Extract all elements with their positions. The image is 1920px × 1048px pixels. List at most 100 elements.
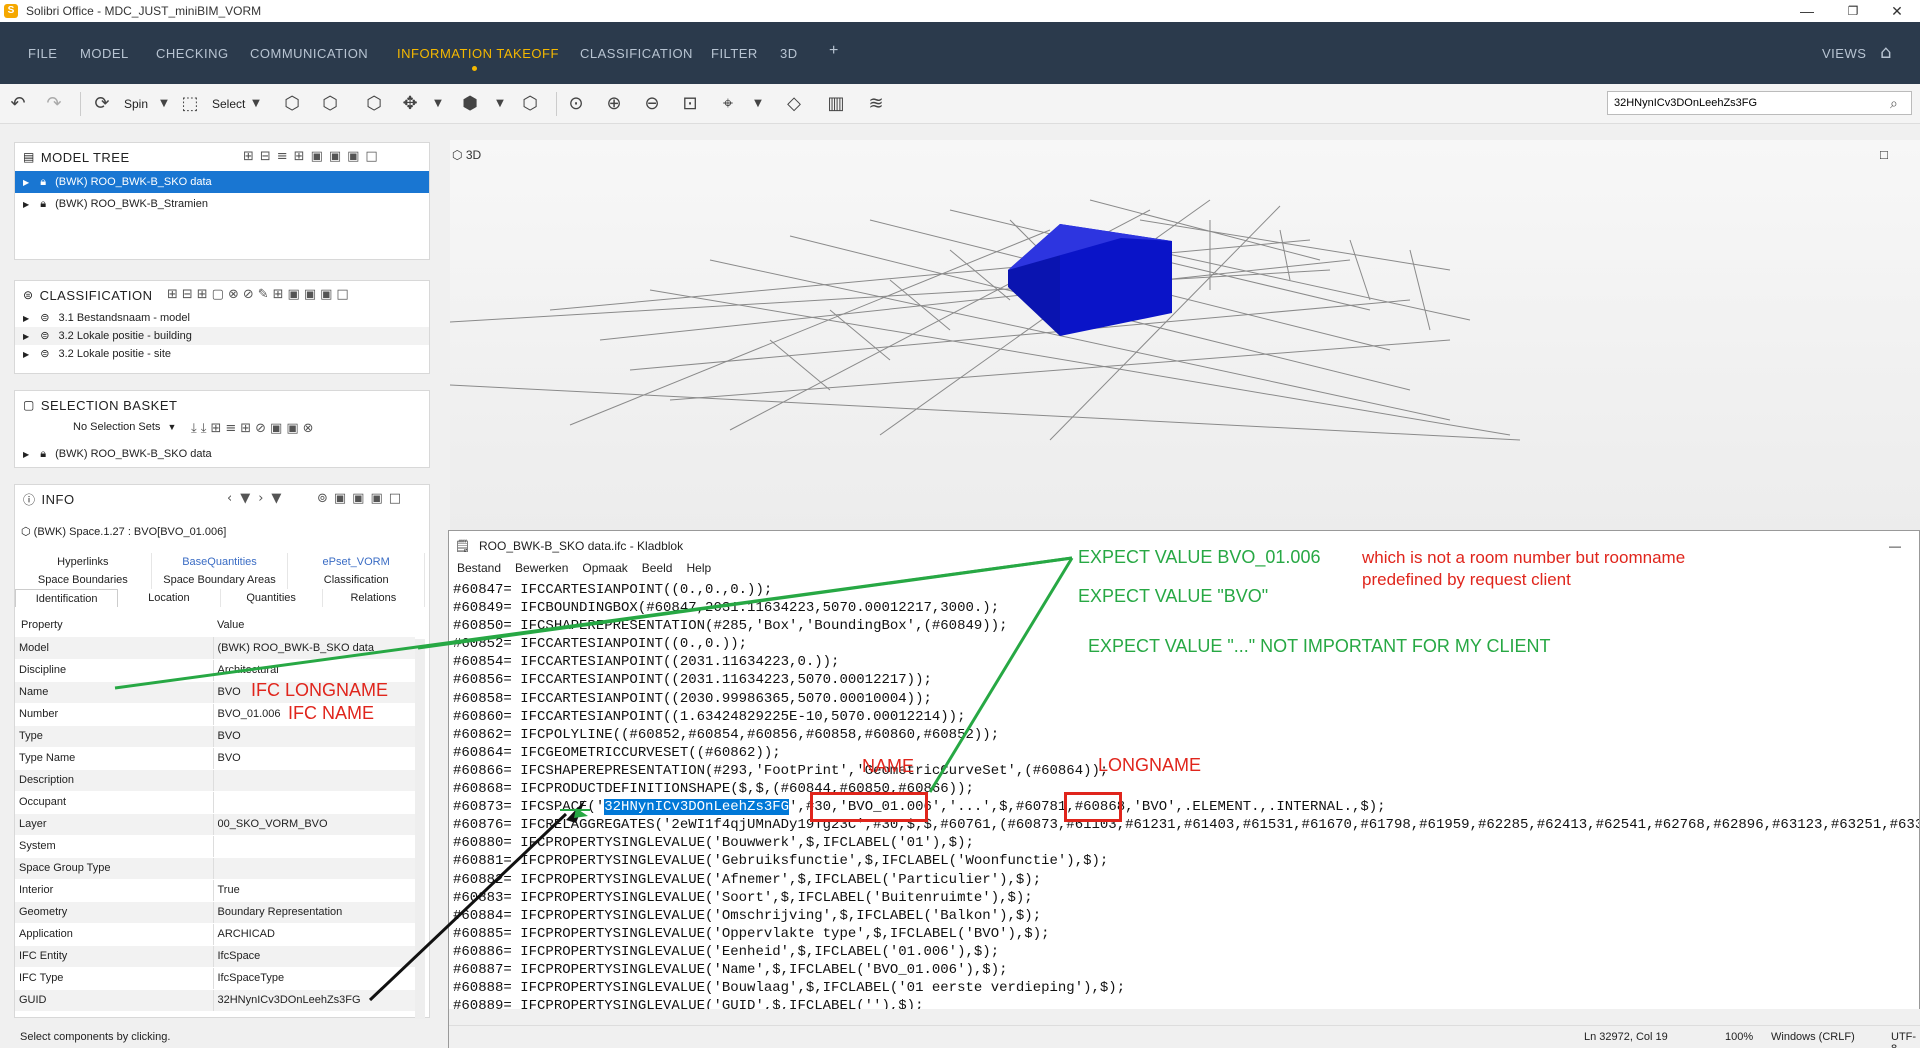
layers-icon[interactable]: ≋ bbox=[866, 94, 886, 114]
property-value[interactable] bbox=[213, 857, 415, 880]
zoom-window-icon[interactable]: ⊡ bbox=[680, 94, 700, 114]
column-value[interactable]: Value bbox=[217, 619, 244, 631]
expand-arrow-icon[interactable]: ▶ bbox=[23, 350, 29, 359]
property-row[interactable]: Space Group Type bbox=[15, 857, 415, 880]
tab-epset-vorm[interactable]: ePset_VORM bbox=[288, 553, 426, 571]
transparency-icon[interactable]: ⬡ bbox=[364, 94, 384, 114]
property-row[interactable]: Type BVO bbox=[15, 725, 415, 748]
select-icon[interactable]: ⬚ bbox=[180, 94, 200, 114]
property-row[interactable]: Application ARCHICAD bbox=[15, 923, 415, 946]
model-tree-tools[interactable]: ⊞⊟≡⊞▣▣▣□ bbox=[243, 149, 384, 164]
property-row[interactable]: Model (BWK) ROO_BWK-B_SKO data bbox=[15, 637, 415, 660]
close-button[interactable]: ✕ bbox=[1874, 0, 1920, 22]
cube-dropdown-icon[interactable]: ▼ bbox=[490, 94, 510, 114]
property-value[interactable]: BVO bbox=[213, 747, 415, 770]
classification-row[interactable]: ▶ ⊜ 3.2 Lokale positie - building bbox=[15, 327, 429, 345]
zoom-fit-icon[interactable]: ⊙ bbox=[566, 94, 586, 114]
info-nav-tools[interactable]: ‹▼›▼ bbox=[227, 491, 289, 506]
menu-model[interactable]: MODEL bbox=[80, 46, 129, 61]
menu-3d[interactable]: 3D bbox=[780, 46, 798, 61]
select-label[interactable]: Select bbox=[212, 97, 245, 111]
basket-row[interactable]: ▶ 🔒︎ (BWK) ROO_BWK-B_SKO data bbox=[15, 443, 429, 465]
cube-view-icon[interactable]: ⬢ bbox=[460, 94, 480, 114]
property-value[interactable]: IfcSpaceType bbox=[213, 967, 415, 990]
perspective-icon[interactable]: ⬡ bbox=[520, 94, 540, 114]
property-row[interactable]: Discipline Architectural bbox=[15, 659, 415, 682]
tab-basequantities[interactable]: BaseQuantities bbox=[152, 553, 289, 571]
property-value[interactable] bbox=[213, 791, 415, 814]
tab-classification[interactable]: Classification bbox=[288, 571, 426, 589]
property-value[interactable]: 32HNynICv3DOnLeehZs3FG bbox=[213, 989, 415, 1012]
menu-communication[interactable]: COMMUNICATION bbox=[250, 46, 368, 61]
property-row[interactable]: Interior True bbox=[15, 879, 415, 902]
selection-basket-tools[interactable]: ⤓⤓⊞≡⊞⊘▣▣⊗ bbox=[191, 421, 318, 436]
notepad-menu-beeld[interactable]: Beeld bbox=[642, 561, 673, 581]
expand-arrow-icon[interactable]: ▶ bbox=[23, 450, 29, 459]
undo-icon[interactable]: ↶ bbox=[8, 94, 28, 114]
maximize-view-icon[interactable]: □ bbox=[1880, 147, 1888, 162]
menu-information-takeoff[interactable]: INFORMATION TAKEOFF bbox=[397, 46, 559, 61]
property-value[interactable]: BVO bbox=[213, 725, 415, 748]
walk-icon[interactable]: ✥ bbox=[400, 94, 420, 114]
property-row[interactable]: System bbox=[15, 835, 415, 858]
property-row[interactable]: Layer 00_SKO_VORM_BVO bbox=[15, 813, 415, 836]
map-icon[interactable]: ▥ bbox=[826, 94, 846, 114]
classification-row[interactable]: ▶ ⊜ 3.2 Lokale positie - site bbox=[15, 345, 429, 363]
views-icon[interactable]: ⌂ bbox=[1880, 42, 1892, 63]
3d-viewport[interactable] bbox=[450, 140, 1920, 540]
property-row[interactable]: IFC Type IfcSpaceType bbox=[15, 967, 415, 990]
measure-dropdown-icon[interactable]: ▼ bbox=[748, 94, 768, 114]
property-row[interactable]: Occupant bbox=[15, 791, 415, 814]
tab-location[interactable]: Location bbox=[118, 589, 221, 607]
zoom-in-icon[interactable]: ⊕ bbox=[604, 94, 624, 114]
add-tab-button[interactable]: + bbox=[829, 42, 839, 60]
minimize-button[interactable]: — bbox=[1784, 0, 1830, 22]
classification-row[interactable]: ▶ ⊜ 3.1 Bestandsnaam - model bbox=[15, 309, 429, 327]
menu-views[interactable]: VIEWS bbox=[1822, 46, 1866, 61]
section-icon[interactable]: ◇ bbox=[784, 94, 804, 114]
menu-file[interactable]: FILE bbox=[28, 46, 57, 61]
menu-classification[interactable]: CLASSIFICATION bbox=[580, 46, 693, 61]
property-row[interactable]: IFC Entity IfcSpace bbox=[15, 945, 415, 968]
property-value[interactable]: Boundary Representation bbox=[213, 901, 415, 924]
property-value[interactable]: True bbox=[213, 879, 415, 902]
notepad-menu-help[interactable]: Help bbox=[686, 561, 711, 581]
tree-row[interactable]: ▶ 🔒︎ (BWK) ROO_BWK-B_Stramien bbox=[15, 193, 429, 215]
tab-relations[interactable]: Relations bbox=[323, 589, 425, 607]
hide-icon[interactable]: ⬡ bbox=[320, 94, 340, 114]
menu-filter[interactable]: FILTER bbox=[711, 46, 758, 61]
property-value[interactable]: Architectural bbox=[213, 659, 415, 682]
property-value[interactable]: (BWK) ROO_BWK-B_SKO data bbox=[213, 637, 415, 660]
expand-arrow-icon[interactable]: ▶ bbox=[23, 178, 29, 187]
restore-button[interactable]: ❐ bbox=[1830, 0, 1876, 22]
measure-icon[interactable]: ⌖ bbox=[718, 94, 738, 114]
property-row[interactable]: Description bbox=[15, 769, 415, 792]
expand-arrow-icon[interactable]: ▶ bbox=[23, 200, 29, 209]
notepad-menu-bestand[interactable]: Bestand bbox=[457, 561, 501, 581]
property-row[interactable]: GUID 32HNynICv3DOnLeehZs3FG bbox=[15, 989, 415, 1012]
notepad-menu-opmaak[interactable]: Opmaak bbox=[582, 561, 627, 581]
spin-icon[interactable]: ⟳ bbox=[92, 94, 112, 114]
tab-hyperlinks[interactable]: Hyperlinks bbox=[15, 553, 152, 571]
tree-row[interactable]: ▶ 🔒︎ (BWK) ROO_BWK-B_SKO data bbox=[15, 171, 429, 193]
zoom-out-icon[interactable]: ⊖ bbox=[642, 94, 662, 114]
info-tools[interactable]: ⊚▣▣▣□ bbox=[317, 491, 407, 506]
column-property[interactable]: Property bbox=[21, 619, 63, 631]
search-icon[interactable]: ⌕ bbox=[1890, 95, 1898, 112]
property-value[interactable] bbox=[213, 769, 415, 792]
isolate-icon[interactable]: ⬡ bbox=[282, 94, 302, 114]
notepad-menu-bewerken[interactable]: Bewerken bbox=[515, 561, 568, 581]
property-value[interactable] bbox=[213, 835, 415, 858]
tab-space-boundaries[interactable]: Space Boundaries bbox=[15, 571, 152, 589]
property-row[interactable]: Type Name BVO bbox=[15, 747, 415, 770]
property-value[interactable]: ARCHICAD bbox=[213, 923, 415, 946]
property-scrollbar[interactable] bbox=[415, 639, 425, 1019]
classification-tools[interactable]: ⊞⊟⊞▢⊗⊘✎⊞▣▣▣□ bbox=[167, 287, 353, 302]
expand-arrow-icon[interactable]: ▶ bbox=[23, 314, 29, 323]
tab-quantities[interactable]: Quantities bbox=[221, 589, 323, 607]
minimize-button[interactable]: — bbox=[1889, 531, 1901, 561]
property-value[interactable]: 00_SKO_VORM_BVO bbox=[213, 813, 415, 836]
menu-checking[interactable]: CHECKING bbox=[156, 46, 229, 61]
horizontal-scrollbar[interactable] bbox=[449, 1009, 1920, 1025]
property-row[interactable]: Geometry Boundary Representation bbox=[15, 901, 415, 924]
